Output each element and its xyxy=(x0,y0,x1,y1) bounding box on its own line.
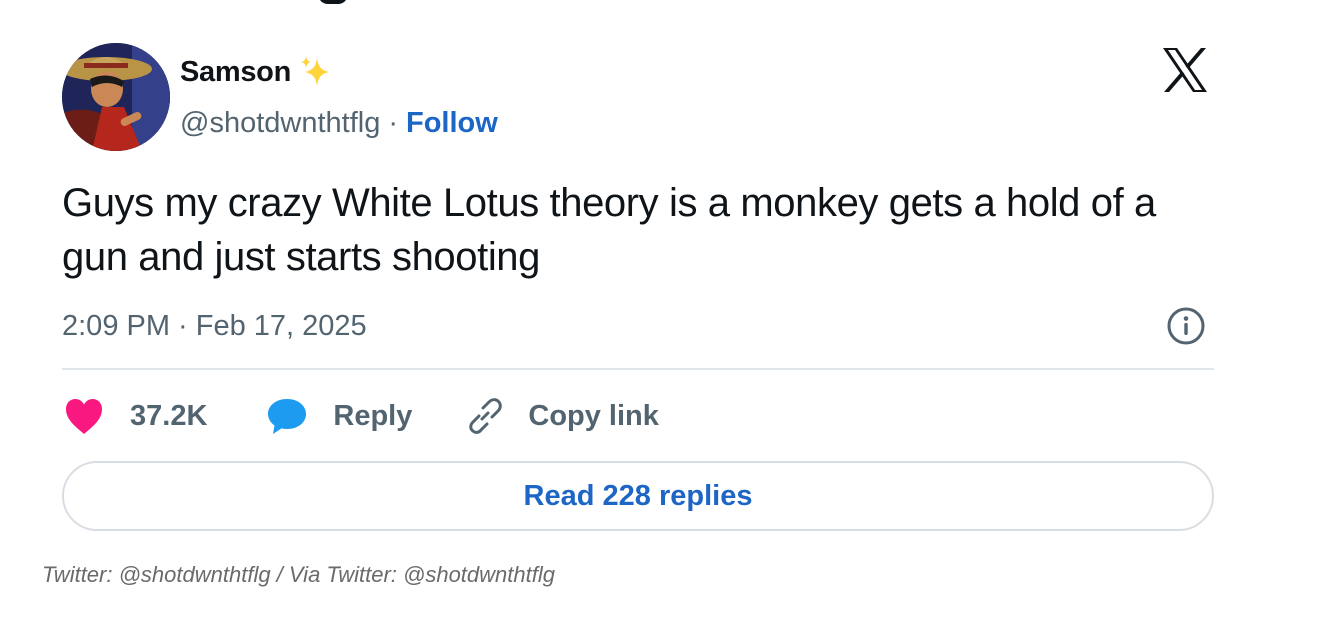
author-handle[interactable]: @shotdwnthtflg xyxy=(180,107,380,140)
copy-link-label: Copy link xyxy=(528,399,659,432)
like-count: 37.2K xyxy=(130,399,208,432)
heart-icon xyxy=(66,399,102,434)
image-credit-caption: Twitter: @shotdwnthtflg / Via Twitter: @… xyxy=(42,562,555,587)
follow-link[interactable]: Follow xyxy=(406,107,498,140)
like-button[interactable]: 37.2K xyxy=(62,396,207,436)
info-icon[interactable] xyxy=(1166,306,1206,346)
tweet-timestamp[interactable]: 2:09 PM · Feb 17, 2025 xyxy=(62,306,367,346)
reply-label: Reply xyxy=(333,399,413,432)
author-display-name[interactable]: Samson xyxy=(180,56,291,89)
tweet-text: Guys my crazy White Lotus theory is a mo… xyxy=(62,181,1156,279)
divider xyxy=(62,368,1214,370)
copy-link-button[interactable]: Copy link xyxy=(464,395,659,437)
avatar-image xyxy=(62,43,170,151)
cropped-heading-fragment xyxy=(318,0,348,4)
sparkle-icon xyxy=(301,56,330,86)
author-handle-row: @shotdwnthtflg · Follow xyxy=(180,104,498,142)
reply-button[interactable]: Reply xyxy=(265,396,412,436)
author-name-row: Samson xyxy=(180,52,335,92)
tweet-embed-page: Samson @shotdwnthtflg · Follow Guys my c… xyxy=(0,0,1334,640)
avatar[interactable] xyxy=(62,43,170,151)
speech-bubble-icon xyxy=(268,399,307,434)
read-replies-button[interactable]: Read 228 replies xyxy=(62,461,1214,531)
link-icon xyxy=(469,398,503,434)
handle-separator: · xyxy=(388,106,398,139)
tweet-actions: 37.2K Reply Copy link xyxy=(62,392,659,440)
x-logo-icon[interactable] xyxy=(1160,45,1210,95)
